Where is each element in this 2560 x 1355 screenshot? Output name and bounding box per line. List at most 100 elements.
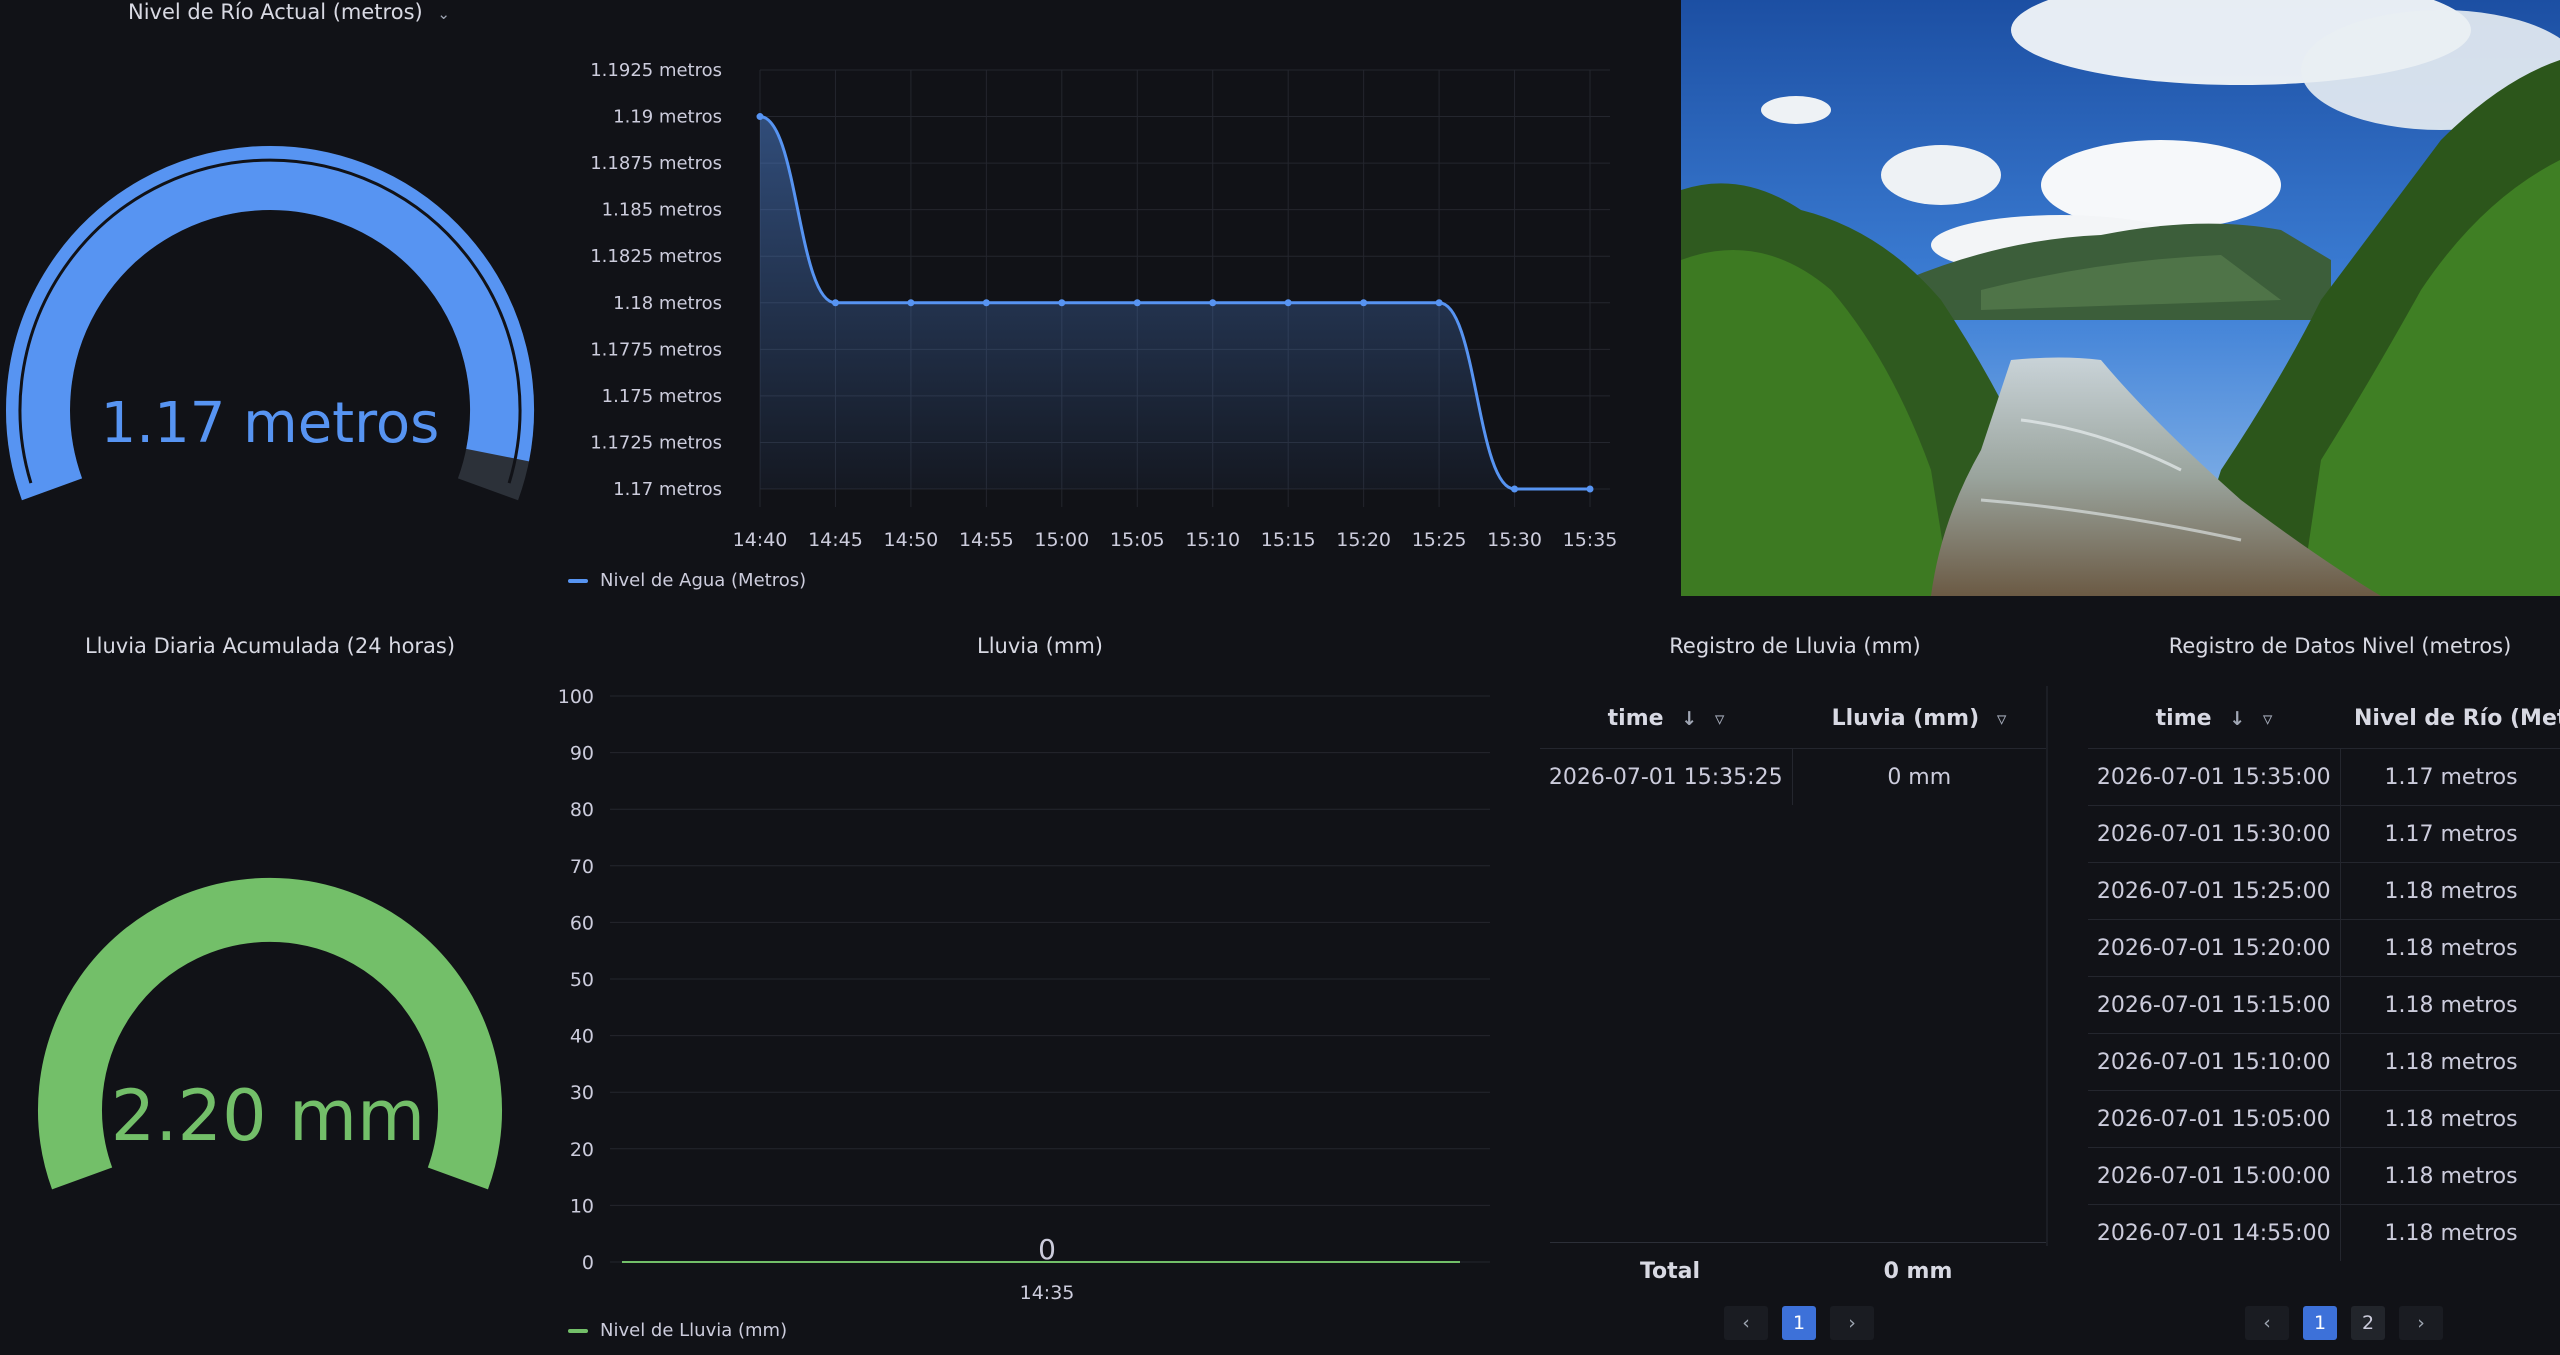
x-tick-label: 14:40: [733, 529, 788, 551]
panel-title-rain-log[interactable]: Registro de Lluvia (mm): [1540, 634, 2050, 658]
y-tick-label: 20: [570, 1139, 594, 1161]
panel-river-level-gauge: Nivel de Río Actual (metros) ⌄ 1.17 metr…: [0, 0, 540, 600]
y-tick-label: 70: [570, 856, 594, 878]
data-point: [982, 299, 990, 307]
cell-rain: 0 mm: [1791, 748, 2046, 805]
y-tick-label: 80: [570, 799, 594, 821]
table-row[interactable]: 2026-07-01 15:35:25 0 mm: [1540, 748, 2046, 805]
panel-title-level-log[interactable]: Registro de Datos Nivel (metros): [2080, 634, 2560, 658]
sort-desc-icon[interactable]: ↓: [2229, 708, 2245, 730]
table-row[interactable]: 2026-07-01 15:10:00 1.18 metros: [2088, 1033, 2560, 1091]
next-page-button[interactable]: ›: [2399, 1306, 2443, 1340]
page-button-1[interactable]: 1: [2303, 1306, 2337, 1340]
filter-icon[interactable]: ▿: [2263, 708, 2273, 730]
y-tick-label: 1.1725 metros: [590, 432, 722, 453]
y-tick-label: 1.1775 metros: [590, 339, 722, 360]
x-tick-label: 15:30: [1487, 529, 1542, 551]
legend-label: Nivel de Agua (Metros): [600, 570, 807, 591]
header-label: Nivel de Río (Metros): [2354, 705, 2560, 731]
filter-icon[interactable]: ▿: [1715, 708, 1725, 730]
x-tick-label: 15:00: [1034, 529, 1089, 551]
panel-water-level-chart: 1.1925 metros 1.19 metros 1.1875 metros 1.1…: [540, 0, 1620, 600]
panel-rain-log-table: Registro de Lluvia (mm) time ↓ ▿ Lluvia …: [1540, 620, 2050, 1351]
x-tick-label: 14:55: [959, 529, 1014, 551]
table-row[interactable]: 2026-07-01 15:30:00 1.17 metros: [2088, 805, 2560, 863]
gauge-daily-rain: 2.20 mm: [38, 877, 502, 1190]
header-label: Lluvia (mm): [1831, 705, 1980, 731]
cell-level: 1.17 metros: [2339, 748, 2560, 806]
column-header-rain[interactable]: Lluvia (mm) ▿: [1792, 688, 2046, 749]
legend-swatch: [568, 578, 588, 583]
y-tick-label: 50: [570, 969, 594, 991]
legend-label: Nivel de Lluvia (mm): [600, 1320, 788, 1341]
cell-time: 2026-07-01 15:00:00: [2088, 1147, 2340, 1205]
column-header-time[interactable]: time ↓ ▿: [1540, 688, 1792, 749]
x-tick-label: 15:25: [1412, 529, 1467, 551]
y-tick-label: 1.18 metros: [613, 293, 722, 314]
y-tick-label: 10: [570, 1195, 594, 1217]
x-tick-label: 15:10: [1185, 529, 1240, 551]
rain-log-table: time ↓ ▿ Lluvia (mm) ▿ 2026-07-01 15:35:…: [1540, 688, 2046, 805]
data-point: [1058, 299, 1066, 307]
filter-icon[interactable]: ▿: [1997, 708, 2007, 730]
rain-chart[interactable]: 100908070605040302010014:350: [540, 620, 1540, 1351]
cell-time: 2026-07-01 14:55:00: [2088, 1204, 2340, 1261]
prev-page-button[interactable]: ‹: [2245, 1306, 2289, 1340]
level-log-table-body: time ↓ ▿ Nivel de Río (Metros) 2026-07-0…: [2088, 688, 2560, 1261]
water-level-chart[interactable]: 1.1925 metros 1.19 metros 1.1875 metros 1.1…: [540, 0, 1620, 600]
legend-rain[interactable]: Nivel de Lluvia (mm): [568, 1320, 787, 1341]
y-tick-label: 100: [558, 686, 594, 708]
y-tick-label: 1.175 metros: [602, 386, 722, 407]
page-button-1[interactable]: 1: [1782, 1306, 1816, 1340]
column-header-time[interactable]: time ↓ ▿: [2088, 688, 2340, 749]
legend-swatch: [568, 1328, 588, 1333]
y-tick-label: 0: [582, 1252, 594, 1274]
column-header-level[interactable]: Nivel de Río (Metros): [2340, 688, 2560, 749]
x-tick-label: 15:05: [1110, 529, 1165, 551]
gauge-value: 2.20 mm: [111, 1075, 426, 1157]
data-point: [1511, 485, 1519, 493]
prev-page-button[interactable]: ‹: [1724, 1306, 1768, 1340]
data-label: 0: [1038, 1233, 1056, 1266]
data-point: [1586, 485, 1594, 493]
page-button-2[interactable]: 2: [2351, 1306, 2385, 1340]
panel-level-log-table: Registro de Datos Nivel (metros) time ↓ …: [2060, 620, 2560, 1351]
cell-time: 2026-07-01 15:15:00: [2088, 976, 2340, 1034]
y-tick-label: 90: [570, 743, 594, 765]
cell-time: 2026-07-01 15:20:00: [2088, 919, 2340, 977]
level-log-pagination: ‹ 1 2 ›: [2245, 1306, 2443, 1340]
x-tick-label: 15:20: [1336, 529, 1391, 551]
panel-title-rain-chart[interactable]: Lluvia (mm): [540, 634, 1540, 658]
y-tick-label: 1.1825 metros: [590, 246, 722, 267]
y-tick-label: 1.19 metros: [613, 107, 722, 128]
table-row[interactable]: 2026-07-01 15:15:00 1.18 metros: [2088, 976, 2560, 1034]
table-row[interactable]: 2026-07-01 15:05:00 1.18 metros: [2088, 1090, 2560, 1148]
panel-divider: [2046, 686, 2048, 1246]
cell-time: 2026-07-01 15:25:00: [2088, 862, 2340, 920]
data-point: [1284, 299, 1292, 307]
data-point: [831, 299, 839, 307]
legend-water-level[interactable]: Nivel de Agua (Metros): [568, 570, 806, 591]
footer-value: 0 mm: [1883, 1258, 1953, 1284]
y-tick-label: 1.17 metros: [613, 479, 722, 500]
gauge-river-level: 1.17 metros: [6, 146, 534, 501]
x-tick-label: 14:45: [808, 529, 863, 551]
table-row[interactable]: 2026-07-01 14:55:00 1.18 metros: [2088, 1204, 2560, 1261]
data-point: [756, 113, 764, 121]
table-row[interactable]: 2026-07-01 15:35:00 1.17 metros: [2088, 748, 2560, 806]
river-landscape-image: [1681, 0, 2560, 596]
y-tick-label: 1.1925 metros: [590, 60, 722, 81]
table-row[interactable]: 2026-07-01 15:00:00 1.18 metros: [2088, 1147, 2560, 1205]
cell-level: 1.17 metros: [2339, 805, 2560, 863]
data-point: [1360, 299, 1368, 307]
data-point: [1209, 299, 1217, 307]
x-tick-label: 15:35: [1563, 529, 1618, 551]
data-point: [1133, 299, 1141, 307]
table-row[interactable]: 2026-07-01 15:25:00 1.18 metros: [2088, 862, 2560, 920]
cell-time: 2026-07-01 15:35:00: [2088, 748, 2340, 806]
table-row[interactable]: 2026-07-01 15:20:00 1.18 metros: [2088, 919, 2560, 977]
sort-desc-icon[interactable]: ↓: [1681, 708, 1697, 730]
y-tick-label: 60: [570, 912, 594, 934]
next-page-button[interactable]: ›: [1830, 1306, 1874, 1340]
header-label: time: [1607, 705, 1664, 731]
